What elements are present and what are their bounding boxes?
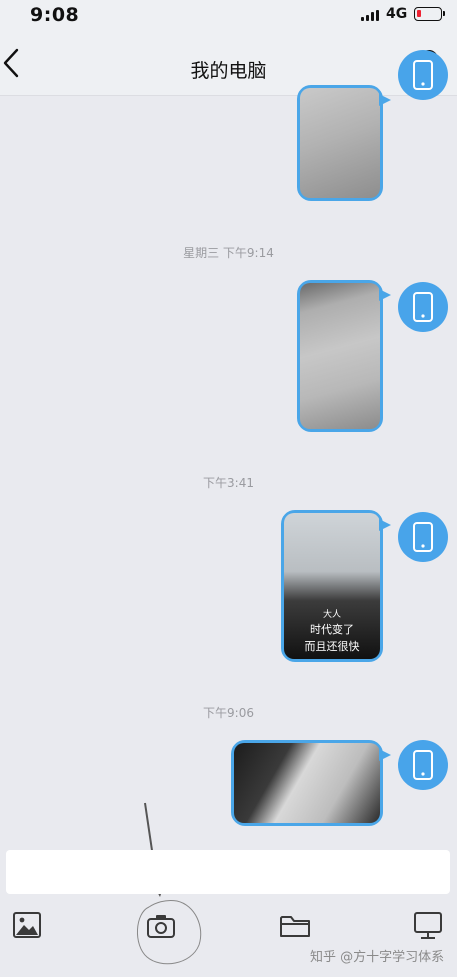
message-photo[interactable] <box>300 88 380 198</box>
image-message[interactable]: 大人 时代变了 而且还很快 <box>281 510 391 662</box>
message-timestamp: 下午3:41 <box>203 476 254 490</box>
image-button[interactable] <box>13 912 41 942</box>
device-avatar[interactable] <box>398 512 448 562</box>
status-time: 9:08 <box>30 4 80 26</box>
folder-icon <box>280 916 310 937</box>
page-title: 我的电脑 <box>190 60 267 82</box>
network-type: 4G <box>386 6 408 22</box>
computer-icon <box>414 912 442 939</box>
message-photo[interactable]: 大人 时代变了 而且还很快 <box>284 513 380 659</box>
message-timestamp: 下午9:06 <box>203 706 254 720</box>
message-photo[interactable] <box>234 743 380 823</box>
folder-button[interactable] <box>280 914 310 942</box>
watermark: 知乎 @方十字学习体系 <box>310 950 445 965</box>
message-photo[interactable] <box>300 283 380 429</box>
photo-caption: 时代变了 <box>310 623 354 636</box>
computer-button[interactable] <box>414 912 442 944</box>
photo-caption: 大人 <box>322 610 341 620</box>
phone-icon <box>413 522 433 552</box>
image-message[interactable] <box>297 280 391 432</box>
status-bar: 9:08 4G <box>0 0 457 30</box>
signal-icon <box>361 10 381 21</box>
battery-icon <box>414 7 445 21</box>
phone-icon <box>413 750 433 780</box>
camera-icon <box>147 915 175 938</box>
device-avatar[interactable] <box>398 740 448 790</box>
message-timestamp: 星期三 下午9:14 <box>183 246 274 260</box>
phone-icon <box>413 292 433 322</box>
image-message[interactable] <box>231 740 391 826</box>
photo-caption: 而且还很快 <box>304 640 360 653</box>
device-avatar[interactable] <box>398 50 448 100</box>
device-avatar[interactable] <box>398 282 448 332</box>
image-icon <box>13 912 41 938</box>
image-message[interactable] <box>297 85 391 201</box>
camera-button[interactable] <box>147 914 175 942</box>
phone-icon <box>413 60 433 90</box>
message-input[interactable] <box>6 850 450 894</box>
nav-bar: 我的电脑 <box>0 30 457 96</box>
